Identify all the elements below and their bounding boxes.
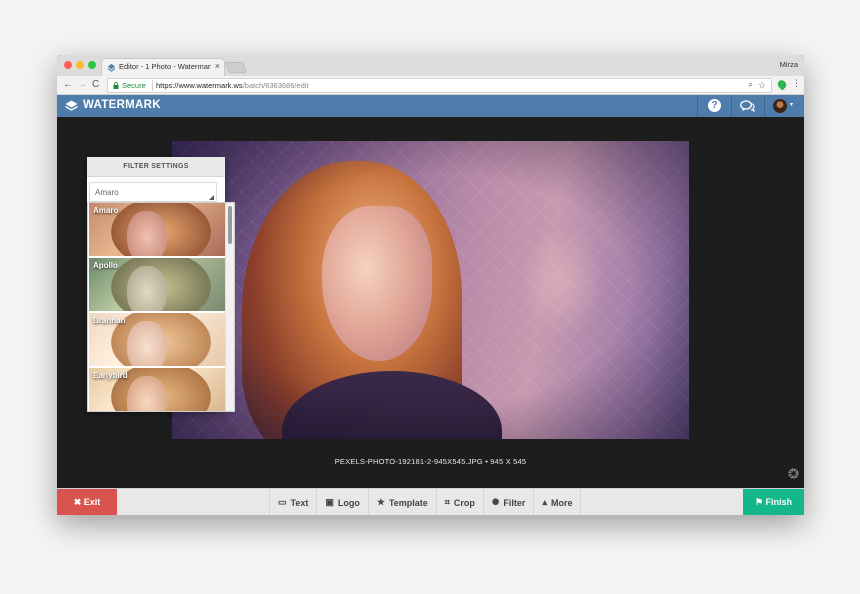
browser-profile-name[interactable]: Mirza	[780, 60, 798, 69]
chat-icon[interactable]	[740, 100, 755, 112]
chevron-down-icon[interactable]: ▾	[790, 101, 793, 108]
watermark-logo-icon	[65, 100, 78, 111]
new-tab-button[interactable]	[224, 62, 248, 73]
close-window-button[interactable]	[64, 61, 72, 69]
crop-icon: ⌗	[444, 497, 450, 507]
help-icon[interactable]: ?	[708, 99, 721, 112]
bottom-toolbar: ✖ Exit ▭ Text ▣ Logo ★ Template ⌗ Crop ✺…	[57, 488, 804, 515]
tab-strip: Editor - 1 Photo - Watermark.ws × Mirza	[57, 55, 804, 76]
extension-icon[interactable]	[775, 78, 789, 91]
filter-option-earlybird[interactable]: Earlybird	[89, 368, 226, 411]
thumb-face	[127, 321, 167, 366]
reload-icon[interactable]: C	[92, 79, 99, 91]
logo-tool-button[interactable]: ▣ Logo	[316, 489, 368, 515]
more-tool-label: More	[550, 497, 573, 508]
photo-vignette	[172, 141, 689, 439]
thumb-face	[127, 266, 167, 311]
editor-tools: ▭ Text ▣ Logo ★ Template ⌗ Crop ✺ Filter…	[269, 489, 582, 515]
filter-options-list[interactable]: Amaro Apollo Brannan Earlybird	[87, 202, 235, 412]
filter-settings-panel: FILTER SETTINGS Amaro Amaro Apollo Brann…	[87, 157, 235, 412]
filter-tool-label: Filter	[503, 497, 526, 508]
minimize-window-button[interactable]	[76, 61, 84, 69]
url-host: https://www.watermark.ws	[156, 81, 243, 90]
finish-button[interactable]: ⚑ Finish	[743, 489, 804, 515]
filter-option-label: Earlybird	[93, 371, 128, 380]
photo-caption: PEXELS-PHOTO-192181-2-945X545.JPG • 945 …	[334, 457, 527, 466]
filter-tool-button[interactable]: ✺ Filter	[482, 489, 534, 515]
header-divider	[731, 95, 732, 117]
logo-tool-label: Logo	[337, 497, 360, 508]
photo-preview[interactable]	[172, 141, 689, 439]
filter-option-brannan[interactable]: Brannan	[89, 313, 226, 366]
url-text: https://www.watermark.ws/batch/6363686/e…	[156, 81, 309, 90]
exit-button[interactable]: ✖ Exit	[57, 489, 117, 515]
app-logo-text[interactable]: WATERMARK	[83, 99, 161, 111]
bookmark-star-icon[interactable]: ☆	[758, 80, 766, 91]
lock-icon	[113, 82, 119, 89]
star-icon: ★	[376, 497, 385, 507]
crop-tool-button[interactable]: ⌗ Crop	[435, 489, 483, 515]
maximize-window-button[interactable]	[88, 61, 96, 69]
browser-toolbar: ← → C Secure https://www.watermark.ws/ba…	[57, 76, 804, 95]
browser-window: Editor - 1 Photo - Watermark.ws × Mirza …	[57, 55, 804, 515]
user-avatar[interactable]	[773, 99, 787, 113]
filter-settings-title: FILTER SETTINGS	[87, 157, 225, 177]
gear-icon[interactable]	[787, 467, 800, 480]
address-bar[interactable]: Secure https://www.watermark.ws/batch/63…	[107, 78, 772, 93]
filter-list-scrollbar[interactable]	[225, 203, 234, 411]
filter-select[interactable]: Amaro	[89, 182, 217, 202]
thumb-face	[127, 376, 167, 411]
browser-tab-editor[interactable]: Editor - 1 Photo - Watermark.ws ×	[101, 58, 225, 76]
text-icon: ▭	[278, 497, 287, 507]
app-header: WATERMARK ? ▾	[57, 95, 804, 117]
image-icon: ▣	[325, 497, 334, 507]
text-tool-button[interactable]: ▭ Text	[269, 489, 316, 515]
filter-option-label: Amaro	[93, 206, 119, 215]
back-arrow-icon[interactable]: ←	[63, 79, 73, 91]
thumb-face	[127, 211, 167, 256]
filter-option-label: Apollo	[93, 261, 118, 270]
template-tool-label: Template	[388, 497, 428, 508]
caret-up-icon: ▴	[542, 497, 547, 507]
crop-tool-label: Crop	[453, 497, 475, 508]
url-separator	[152, 80, 153, 91]
zoom-icon[interactable]: ⌕	[749, 80, 753, 90]
text-tool-label: Text	[290, 497, 309, 508]
tab-close-icon[interactable]: ×	[215, 61, 220, 71]
secure-label: Secure	[122, 81, 146, 90]
more-tool-button[interactable]: ▴ More	[533, 489, 582, 515]
filter-select-value: Amaro	[95, 188, 119, 197]
editor-canvas: PEXELS-PHOTO-192181-2-945X545.JPG • 945 …	[57, 117, 804, 488]
filter-option-apollo[interactable]: Apollo	[89, 258, 226, 311]
resize-handle-icon	[209, 195, 214, 200]
filter-option-label: Brannan	[93, 316, 126, 325]
browser-menu-icon[interactable]: ⋮	[792, 78, 801, 89]
watermark-favicon-icon	[107, 63, 116, 72]
tab-title: Editor - 1 Photo - Watermark.ws	[119, 62, 211, 71]
template-tool-button[interactable]: ★ Template	[367, 489, 436, 515]
scrollbar-thumb[interactable]	[228, 206, 232, 244]
header-divider	[764, 95, 765, 117]
aperture-icon: ✺	[491, 497, 500, 507]
header-divider	[697, 95, 698, 117]
url-path: /batch/6363686/edit	[242, 81, 309, 90]
filter-option-amaro[interactable]: Amaro	[89, 203, 226, 256]
forward-arrow-icon[interactable]: →	[77, 79, 87, 91]
